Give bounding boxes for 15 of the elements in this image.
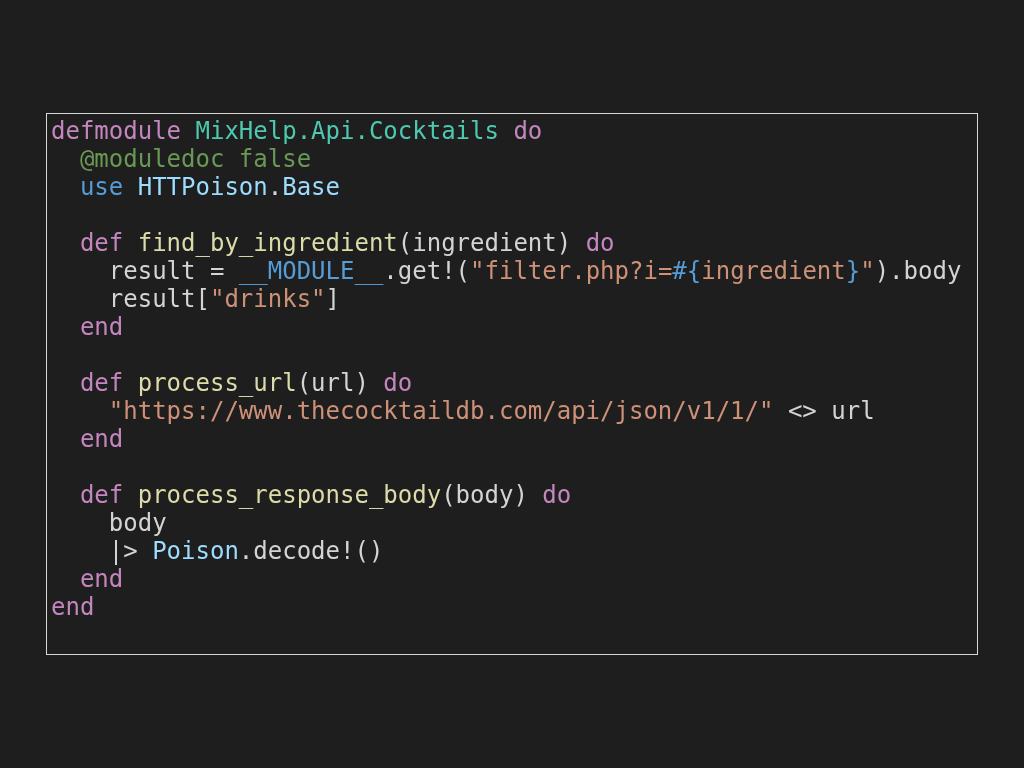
code-line: end [78,425,124,453]
code-line: body [107,509,167,537]
code-line: |> Poison.decode!() [107,537,384,565]
code-line: "https://www.thecocktaildb.com/api/json/v1/1/" <> url [107,397,875,425]
code-line: def find_by_ingredient(ingredient) do [78,229,615,257]
code-line: result = __MODULE__.get!("filter.php?i=#{ingredient}").body [107,257,962,285]
code-line: end [51,593,95,621]
code-line: def process_response_body(body) do [78,481,572,509]
code-line: end [78,565,124,593]
code-line: end [78,313,124,341]
code-line: defmodule MixHelp.Api.Cocktails do [51,117,543,145]
code-line: @moduledoc false [78,145,312,173]
code-line: def process_url(url) do [78,369,413,397]
code-line: use HTTPoison.Base [78,173,340,201]
code-line: result["drinks"] [107,285,340,313]
